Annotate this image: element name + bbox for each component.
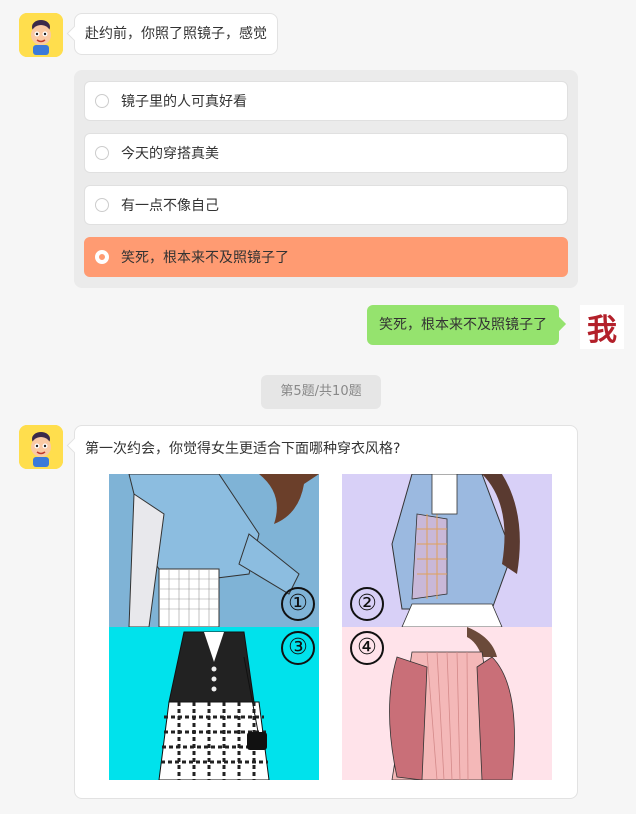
- answer-options: 镜子里的人可真好看 今天的穿搭真美 有一点不像自己 笑死，根本来不及照镜子了: [74, 70, 578, 288]
- number-label: ④: [350, 631, 384, 665]
- number-label: ①: [281, 587, 315, 621]
- user-avatar-char: 我: [587, 313, 617, 348]
- outfit-option-3[interactable]: ③: [109, 627, 319, 780]
- outfit-option-4[interactable]: ④: [342, 627, 552, 780]
- user-reply-text: 笑死，根本来不及照镜子了: [379, 317, 547, 333]
- question-card: 第一次约会，你觉得女生更适合下面哪种穿衣风格? ① ② ③ ④: [74, 425, 578, 799]
- radio-selected-icon: [95, 250, 109, 264]
- outfit-image-grid[interactable]: ① ② ③ ④: [109, 474, 552, 780]
- option-label: 有一点不像自己: [121, 198, 219, 214]
- question-bubble: 赴约前，你照了照镜子，感觉: [74, 13, 278, 55]
- option-label: 镜子里的人可真好看: [121, 94, 247, 110]
- option-2[interactable]: 今天的穿搭真美: [84, 133, 568, 173]
- number-label: ③: [281, 631, 315, 665]
- bot-avatar: [19, 13, 63, 57]
- number-label: ②: [350, 587, 384, 621]
- outfit-option-1[interactable]: ①: [109, 474, 319, 627]
- question-prompt: 第一次约会，你觉得女生更适合下面哪种穿衣风格?: [85, 441, 401, 457]
- option-label: 今天的穿搭真美: [121, 146, 219, 162]
- option-4[interactable]: 笑死，根本来不及照镜子了: [84, 237, 568, 277]
- user-reply-bubble: 笑死，根本来不及照镜子了: [367, 305, 559, 345]
- bot-avatar: [19, 425, 63, 469]
- user-avatar: 我: [580, 305, 624, 349]
- progress-badge: 第5题/共10题: [261, 375, 381, 409]
- option-label: 笑死，根本来不及照镜子了: [121, 250, 289, 266]
- cartoon-mascot-icon: [19, 13, 63, 57]
- radio-icon: [95, 94, 109, 108]
- outfit-option-2[interactable]: ②: [342, 474, 552, 627]
- progress-label: 第5题/共10题: [280, 384, 362, 399]
- option-3[interactable]: 有一点不像自己: [84, 185, 568, 225]
- radio-icon: [95, 198, 109, 212]
- radio-icon: [95, 146, 109, 160]
- cartoon-mascot-icon: [19, 425, 63, 469]
- option-1[interactable]: 镜子里的人可真好看: [84, 81, 568, 121]
- question-prompt: 赴约前，你照了照镜子，感觉: [85, 26, 267, 42]
